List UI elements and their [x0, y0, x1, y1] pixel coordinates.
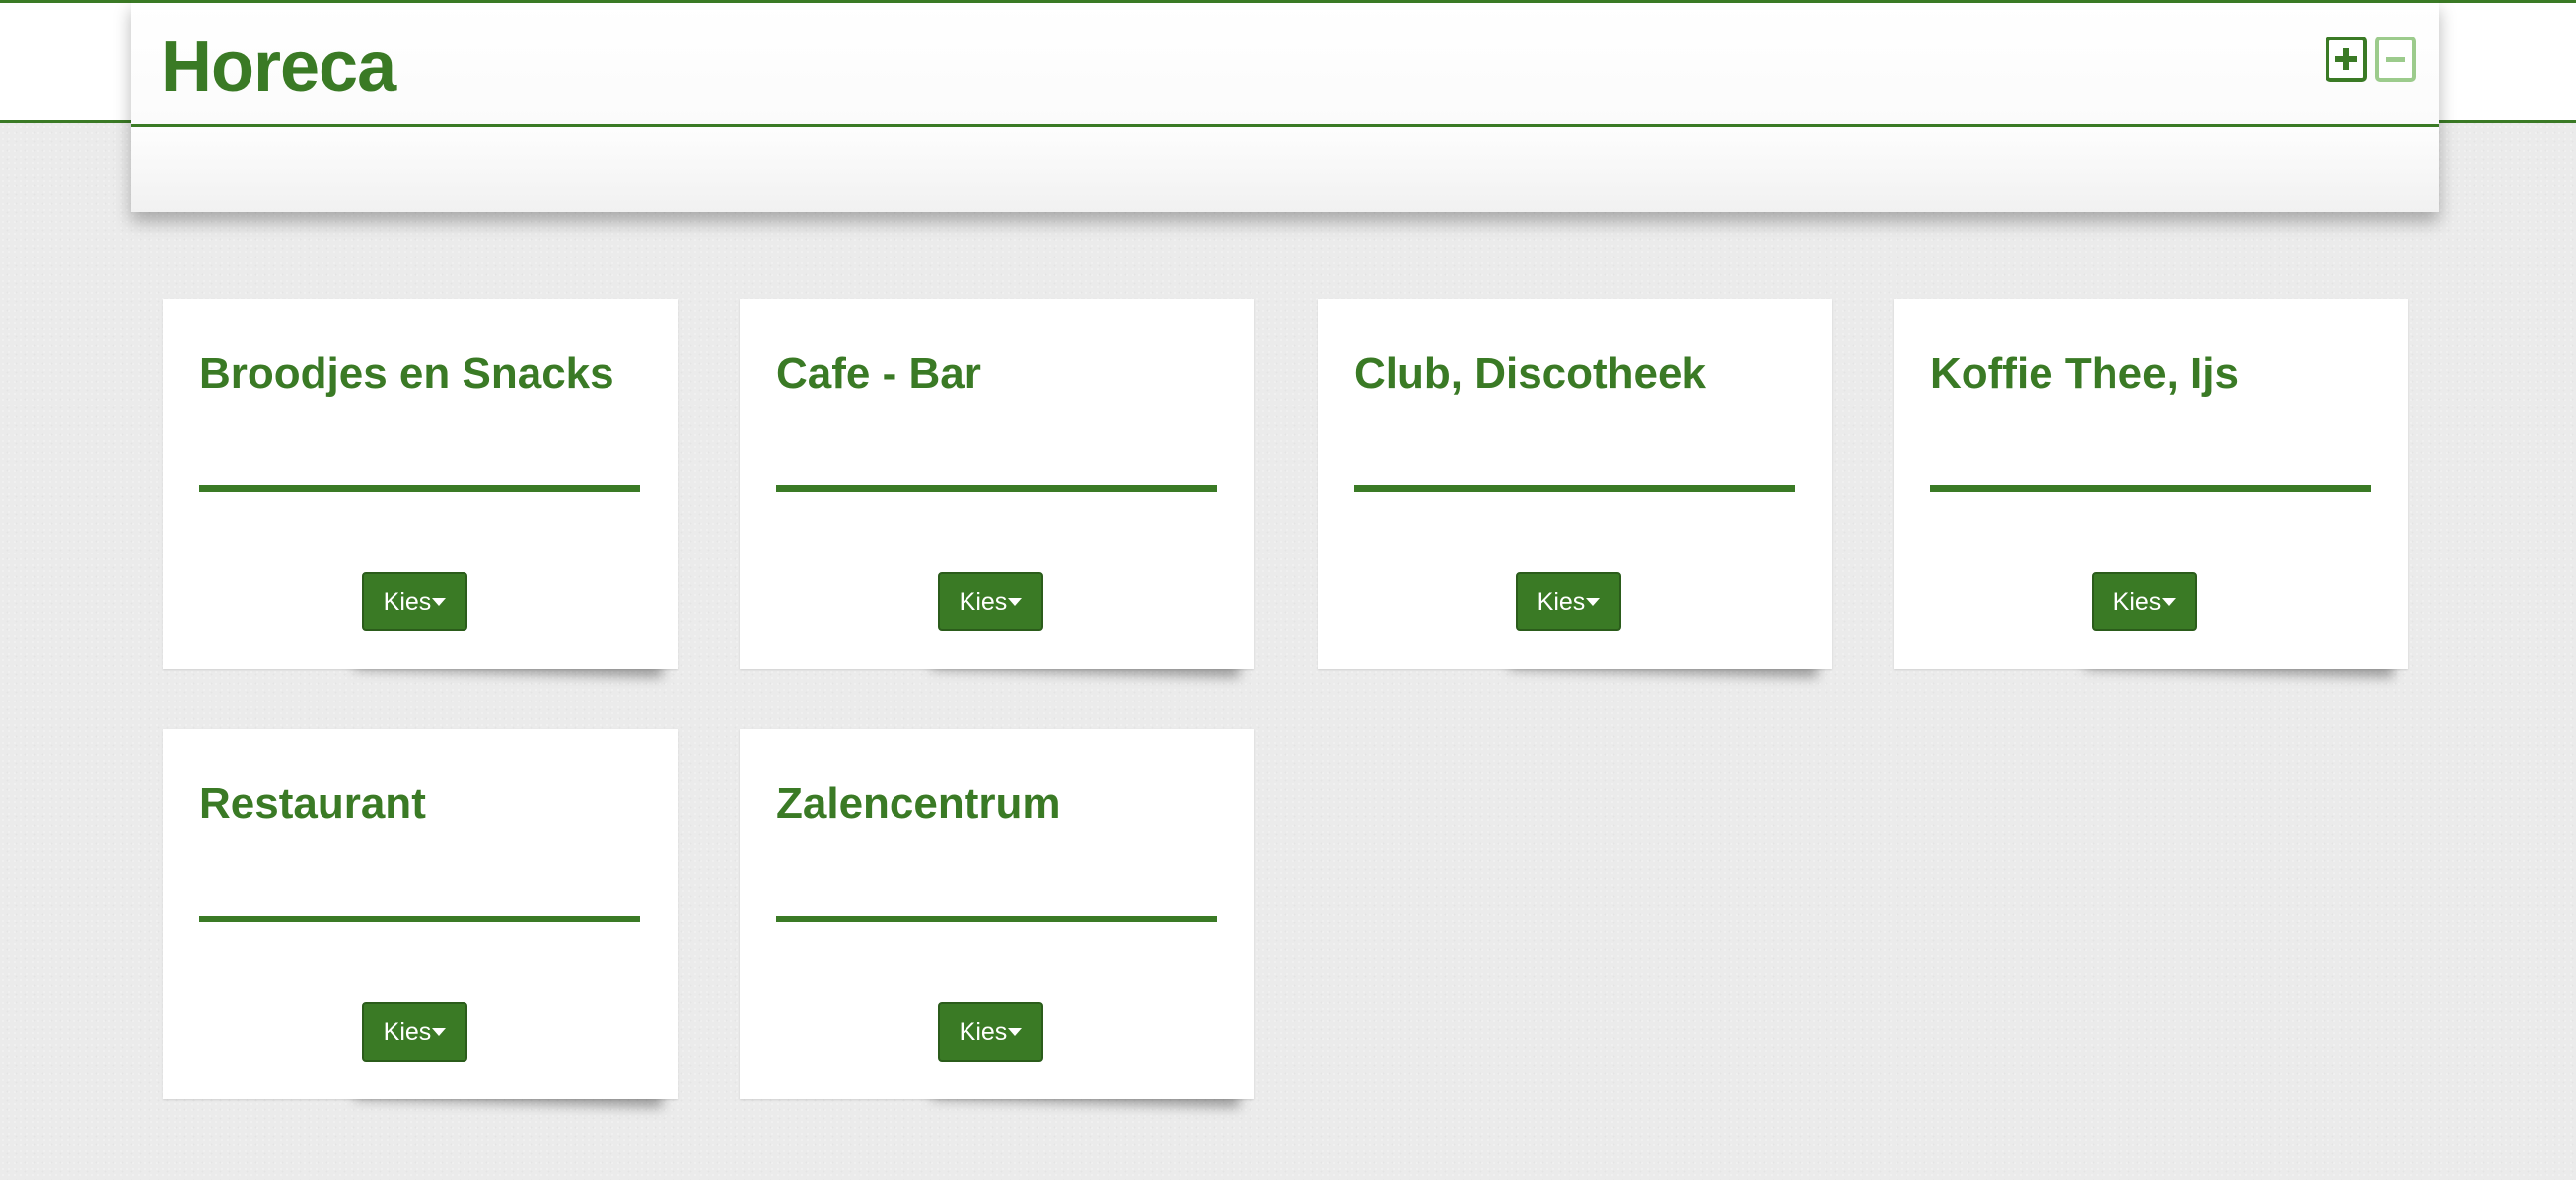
button-label: Kies: [1537, 588, 1586, 616]
kies-dropdown-button[interactable]: Kies: [938, 1002, 1043, 1062]
card-title: Club, Discotheek: [1354, 349, 1706, 398]
caret-down-icon: [1008, 1027, 1023, 1036]
card-divider: [1354, 485, 1795, 492]
header-panel: Horeca: [131, 0, 2439, 212]
card-title: Koffie Thee, Ijs: [1930, 349, 2239, 398]
category-card-broodjes-en-snacks: Broodjes en Snacks Kies: [163, 299, 678, 669]
button-label: Kies: [383, 588, 432, 616]
kies-dropdown-button[interactable]: Kies: [1516, 572, 1621, 631]
category-card-koffie-thee-ijs: Koffie Thee, Ijs Kies: [1894, 299, 2408, 669]
card-title: Restaurant: [199, 779, 426, 828]
zoom-out-button[interactable]: [2375, 37, 2416, 82]
category-card-zalencentrum: Zalencentrum Kies: [740, 729, 1254, 1099]
card-title: Broodjes en Snacks: [199, 349, 614, 398]
button-label: Kies: [383, 1018, 432, 1046]
caret-down-icon: [1586, 597, 1601, 606]
kies-dropdown-button[interactable]: Kies: [362, 572, 467, 631]
kies-dropdown-button[interactable]: Kies: [938, 572, 1043, 631]
card-divider: [1930, 485, 2371, 492]
card-divider: [776, 485, 1217, 492]
card-divider: [199, 485, 640, 492]
card-divider: [199, 916, 640, 922]
category-card-cafe-bar: Cafe - Bar Kies: [740, 299, 1254, 669]
button-label: Kies: [2112, 588, 2162, 616]
page-title: Horeca: [161, 28, 396, 107]
caret-down-icon: [432, 597, 447, 606]
kies-dropdown-button[interactable]: Kies: [362, 1002, 467, 1062]
category-card-club-discotheek: Club, Discotheek Kies: [1318, 299, 1832, 669]
category-card-restaurant: Restaurant Kies: [163, 729, 678, 1099]
card-title: Cafe - Bar: [776, 349, 981, 398]
zoom-in-button[interactable]: [2326, 37, 2367, 82]
header-bar: Horeca: [131, 0, 2439, 127]
kies-dropdown-button[interactable]: Kies: [2092, 572, 2197, 631]
card-divider: [776, 916, 1217, 922]
caret-down-icon: [1008, 597, 1023, 606]
caret-down-icon: [2162, 597, 2177, 606]
button-label: Kies: [959, 1018, 1008, 1046]
card-title: Zalencentrum: [776, 779, 1061, 828]
button-label: Kies: [959, 588, 1008, 616]
caret-down-icon: [432, 1027, 447, 1036]
